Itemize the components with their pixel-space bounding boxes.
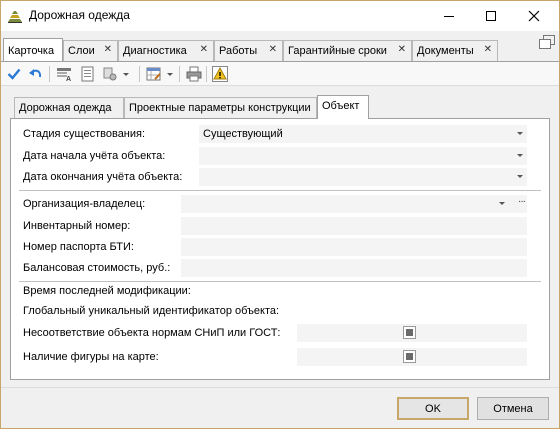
- link-button[interactable]: [101, 65, 119, 83]
- toolbar-separator: [49, 66, 50, 82]
- chevron-down-icon: [517, 154, 523, 157]
- stage-value: Существующий: [203, 128, 283, 140]
- close-tab-icon[interactable]: ✕: [269, 44, 277, 55]
- tab-documents-label: Документы: [417, 45, 474, 57]
- tab-warranty[interactable]: Гарантийные сроки ✕: [283, 40, 412, 61]
- close-tab-icon[interactable]: ✕: [104, 44, 112, 55]
- start-date-field[interactable]: [199, 147, 527, 165]
- tab-road-pavement[interactable]: Дорожная одежда: [14, 97, 124, 118]
- close-icon: [528, 10, 540, 22]
- chevron-down-icon: [167, 72, 173, 76]
- link-dropdown-button[interactable]: [121, 65, 131, 83]
- checkmark-icon: [7, 68, 21, 80]
- tab-warranty-label: Гарантийные сроки: [288, 45, 387, 57]
- divider: [19, 281, 541, 282]
- ellipsis-button[interactable]: ···: [518, 196, 526, 207]
- undo-icon: [29, 69, 42, 78]
- title-bar: Дорожная одежда: [1, 1, 559, 31]
- bti-field[interactable]: [181, 238, 527, 256]
- tab-layers[interactable]: Слои ✕: [63, 40, 118, 61]
- snip-checkbox[interactable]: [403, 326, 416, 339]
- undo-button[interactable]: [27, 65, 45, 83]
- ok-button[interactable]: OK: [397, 397, 469, 420]
- link-icon: [103, 67, 117, 81]
- dialog-window: Дорожная одежда Карточка Слои ✕ Диагност…: [0, 0, 560, 429]
- map-figure-field: [297, 348, 527, 366]
- close-tab-icon[interactable]: ✕: [398, 44, 406, 55]
- table-edit-icon: [146, 67, 161, 81]
- tab-card[interactable]: Карточка: [3, 38, 63, 62]
- end-date-label: Дата окончания учёта объекта:: [23, 171, 183, 183]
- toolbar-separator: [206, 66, 207, 82]
- snip-field: [297, 324, 527, 342]
- text-edit-icon: A: [57, 68, 71, 82]
- maximize-button[interactable]: [473, 1, 509, 31]
- edit-table-button[interactable]: [145, 65, 163, 83]
- tab-design-parameters[interactable]: Проектные параметры конструкции: [124, 97, 317, 118]
- map-figure-label: Наличие фигуры на карте:: [23, 351, 159, 363]
- rename-button[interactable]: A: [55, 65, 73, 83]
- edit-table-dropdown-button[interactable]: [165, 65, 175, 83]
- snip-label: Несоответствие объекта нормам СНиП или Г…: [23, 327, 281, 339]
- tab-diagnostics[interactable]: Диагностика ✕: [118, 40, 214, 61]
- tab-diagnostics-label: Диагностика: [123, 45, 187, 57]
- tab-design-parameters-label: Проектные параметры конструкции: [129, 102, 311, 114]
- close-button[interactable]: [516, 1, 552, 31]
- print-button[interactable]: [185, 65, 203, 83]
- bti-label: Номер паспорта БТИ:: [23, 241, 134, 253]
- start-date-label: Дата начала учёта объекта:: [23, 150, 166, 162]
- tab-documents[interactable]: Документы ✕: [412, 40, 498, 61]
- inventory-field[interactable]: [181, 217, 527, 235]
- tab-card-label: Карточка: [8, 44, 55, 57]
- tab-layers-label: Слои: [68, 45, 95, 57]
- save-button[interactable]: [5, 65, 23, 83]
- toolbar: A: [1, 61, 559, 86]
- inventory-label: Инвентарный номер:: [23, 220, 131, 232]
- object-panel: Стадия существования: Существующий Дата …: [10, 118, 550, 380]
- chevron-down-icon: [123, 72, 129, 76]
- tab-object[interactable]: Объект: [317, 95, 369, 119]
- tab-works-label: Работы: [219, 45, 258, 57]
- close-tab-icon[interactable]: ✕: [200, 44, 208, 55]
- cancel-button[interactable]: Отмена: [477, 397, 549, 420]
- chevron-down-icon: [517, 175, 523, 178]
- chevron-down-icon[interactable]: [499, 202, 505, 205]
- document-icon: [81, 66, 94, 82]
- minimize-button[interactable]: [431, 1, 467, 31]
- chevron-down-icon: [517, 132, 523, 135]
- stage-select[interactable]: Существующий: [199, 125, 527, 143]
- validate-button[interactable]: [211, 65, 229, 83]
- tab-object-label: Объект: [322, 100, 360, 112]
- owner-label: Организация-владелец:: [23, 198, 146, 210]
- toolbar-separator: [179, 66, 180, 82]
- stage-label: Стадия существования:: [23, 128, 146, 140]
- printer-icon: [186, 66, 202, 82]
- document-tabs: Карточка Слои ✕ Диагностика ✕ Работы ✕ Г…: [1, 38, 559, 62]
- tab-road-pavement-label: Дорожная одежда: [19, 102, 112, 114]
- warning-icon: [212, 66, 228, 82]
- close-tab-icon[interactable]: ✕: [484, 44, 492, 55]
- restore-windows-icon[interactable]: [539, 35, 555, 49]
- properties-button[interactable]: [79, 65, 97, 83]
- end-date-field[interactable]: [199, 168, 527, 186]
- content-area: Дорожная одежда Проектные параметры конс…: [10, 95, 550, 385]
- road-layers-icon: [8, 11, 22, 23]
- toolbar-separator: [139, 66, 140, 82]
- map-figure-checkbox[interactable]: [403, 350, 416, 363]
- guid-label: Глобальный уникальный идентификатор объе…: [23, 305, 280, 317]
- svg-text:A: A: [66, 76, 71, 82]
- minimize-icon: [444, 15, 454, 17]
- balance-field[interactable]: [181, 259, 527, 277]
- divider: [19, 190, 541, 191]
- footer-divider: [1, 387, 559, 388]
- window-title: Дорожная одежда: [29, 8, 130, 22]
- owner-field[interactable]: ···: [181, 195, 527, 213]
- balance-label: Балансовая стоимость, руб.:: [23, 262, 171, 274]
- maximize-icon: [486, 11, 496, 21]
- last-modified-label: Время последней модификации:: [23, 285, 191, 297]
- tab-works[interactable]: Работы ✕: [214, 40, 283, 61]
